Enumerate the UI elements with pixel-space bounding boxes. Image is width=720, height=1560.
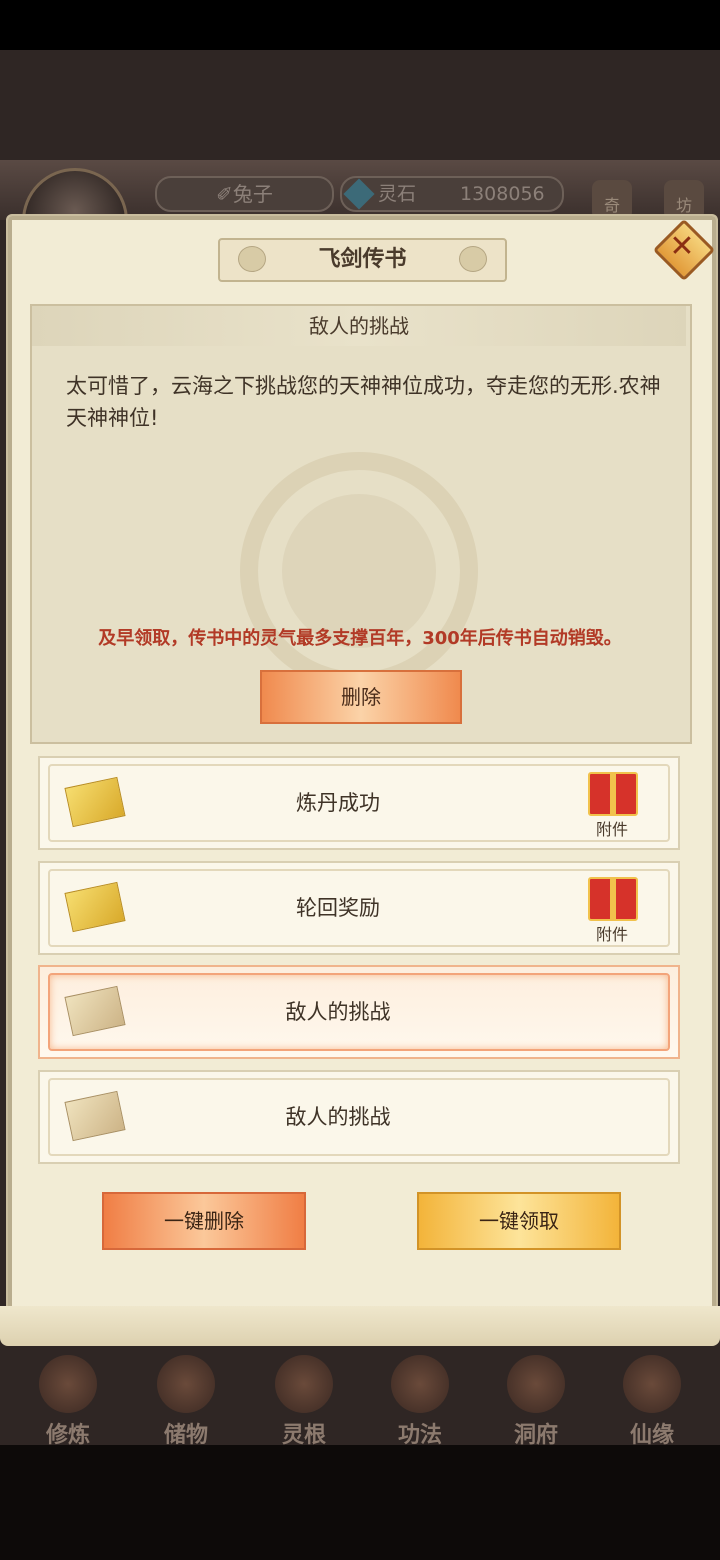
spirit-stone-value: 1308056 (460, 183, 545, 205)
nav-label: 灵根 (281, 1423, 326, 1448)
player-name: ✐兔子 (155, 176, 334, 212)
technique-book-icon (391, 1355, 449, 1413)
bottom-strip (0, 1445, 720, 1560)
nav-label: 功法 (397, 1423, 442, 1448)
gift-box-icon (588, 772, 638, 816)
nav-label: 修炼 (45, 1423, 90, 1448)
dialog-title: 飞剑传书 (318, 247, 407, 272)
scroll-roller (0, 1306, 720, 1346)
cave-house-icon (507, 1355, 565, 1413)
mail-item[interactable]: 轮回奖励 附件 (38, 861, 680, 955)
message-title: 敌人的挑战 (309, 314, 409, 338)
claim-all-button[interactable]: 一键领取 (417, 1192, 621, 1250)
mail-item[interactable]: 敌人的挑战 (38, 1070, 680, 1164)
nav-immortal-fate[interactable]: 仙缘 (602, 1355, 702, 1448)
nav-spirit-root[interactable]: 灵根 (254, 1355, 354, 1448)
spirit-stone-icon (343, 178, 375, 210)
mail-item[interactable]: 炼丹成功 附件 (38, 756, 680, 850)
message-body: 太可惜了，云海之下挑战您的天神神位成功，夺走您的无形.农神天神神位! (66, 374, 661, 430)
nav-technique[interactable]: 功法 (370, 1355, 470, 1448)
nav-label: 仙缘 (629, 1423, 674, 1448)
gift-box-icon (588, 877, 638, 921)
mail-subject: 轮回奖励 (296, 896, 380, 920)
nav-cultivate[interactable]: 修炼 (18, 1355, 118, 1448)
spirit-stone-label: 灵石 (378, 183, 417, 205)
dialog-title-plate: 飞剑传书 (218, 238, 507, 282)
storage-bag-icon (157, 1355, 215, 1413)
nav-cave-house[interactable]: 洞府 (486, 1355, 586, 1448)
mail-subject: 敌人的挑战 (285, 1000, 391, 1024)
mail-subject: 敌人的挑战 (285, 1105, 391, 1129)
close-x-glyph: ✕ (669, 229, 695, 264)
status-bar (0, 0, 720, 50)
mail-subject: 炼丹成功 (296, 791, 380, 815)
mail-item-selected[interactable]: 敌人的挑战 (38, 965, 680, 1059)
close-button[interactable]: ✕ (652, 218, 716, 282)
attachment-label: 附件 (595, 925, 628, 944)
delete-button[interactable]: 删除 (260, 670, 462, 724)
message-warning: 及早领取，传书中的灵气最多支撑百年，300年后传书自动销毁。 (98, 628, 622, 649)
cultivate-icon (39, 1355, 97, 1413)
spirit-root-icon (275, 1355, 333, 1413)
nav-label: 洞府 (513, 1423, 558, 1448)
delete-all-button[interactable]: 一键删除 (102, 1192, 306, 1250)
nav-label: 储物 (163, 1423, 208, 1448)
immortal-fate-icon (623, 1355, 681, 1413)
attachment-label: 附件 (595, 820, 628, 839)
nav-storage[interactable]: 储物 (136, 1355, 236, 1448)
spirit-stone-counter: 灵石 1308056 (340, 176, 564, 212)
